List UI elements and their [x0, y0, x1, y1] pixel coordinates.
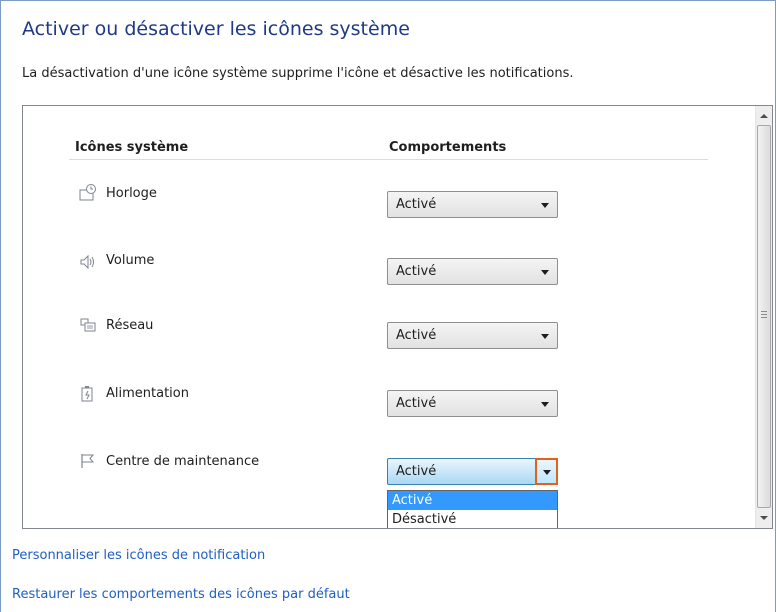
behavior-select-reseau[interactable]: Activé — [387, 322, 558, 349]
flag-icon — [79, 452, 97, 470]
chevron-down-icon — [541, 203, 549, 208]
grip-icon — [761, 311, 767, 318]
customize-notification-icons-link[interactable]: Personnaliser les icônes de notification — [12, 548, 265, 563]
volume-icon — [79, 253, 97, 271]
page-description: La désactivation d'une icône système sup… — [22, 66, 574, 81]
chevron-down-icon — [541, 402, 549, 407]
window-frame: Activer ou désactiver les icônes système… — [0, 0, 776, 612]
behavior-select-centre-de-maintenance[interactable]: Activé — [387, 458, 558, 485]
network-icon — [79, 317, 97, 335]
dropdown-option-inactive[interactable]: Désactivé — [388, 510, 557, 528]
behavior-select-value: Activé — [396, 197, 437, 212]
chevron-down-icon — [543, 470, 551, 475]
row-label-alimentation: Alimentation — [106, 386, 189, 401]
restore-default-behaviors-link[interactable]: Restaurer les comportements des icônes p… — [12, 587, 350, 602]
column-header-behaviors: Comportements — [389, 140, 507, 155]
scroll-down-icon[interactable] — [760, 516, 768, 520]
behavior-dropdown-list: Activé Désactivé — [387, 490, 558, 528]
row-label-horloge: Horloge — [106, 186, 157, 201]
vertical-scrollbar[interactable] — [755, 106, 772, 528]
behavior-select-value: Activé — [396, 396, 437, 411]
behavior-select-horloge[interactable]: Activé — [387, 191, 558, 218]
behavior-select-value: Activé — [396, 264, 437, 279]
behavior-select-value: Activé — [396, 464, 437, 479]
row-label-reseau: Réseau — [106, 318, 154, 333]
scroll-up-icon[interactable] — [760, 114, 768, 118]
chevron-down-icon — [541, 334, 549, 339]
clock-icon — [79, 184, 97, 202]
behavior-select-volume[interactable]: Activé — [387, 258, 558, 285]
chevron-down-icon — [541, 270, 549, 275]
system-icons-list: Icônes système Comportements Horloge Act… — [22, 105, 773, 529]
column-header-icons: Icônes système — [75, 140, 189, 155]
dropdown-toggle-button[interactable] — [535, 458, 558, 485]
power-icon — [79, 385, 97, 403]
dropdown-option-active[interactable]: Activé — [388, 491, 557, 510]
row-label-volume: Volume — [106, 253, 155, 268]
behavior-select-alimentation[interactable]: Activé — [387, 390, 558, 417]
scroll-thumb[interactable] — [757, 125, 771, 508]
row-label-centre-de-maintenance: Centre de maintenance — [106, 454, 260, 469]
header-divider — [69, 159, 708, 160]
behavior-select-value: Activé — [396, 328, 437, 343]
page-title: Activer ou désactiver les icônes système — [22, 18, 410, 40]
